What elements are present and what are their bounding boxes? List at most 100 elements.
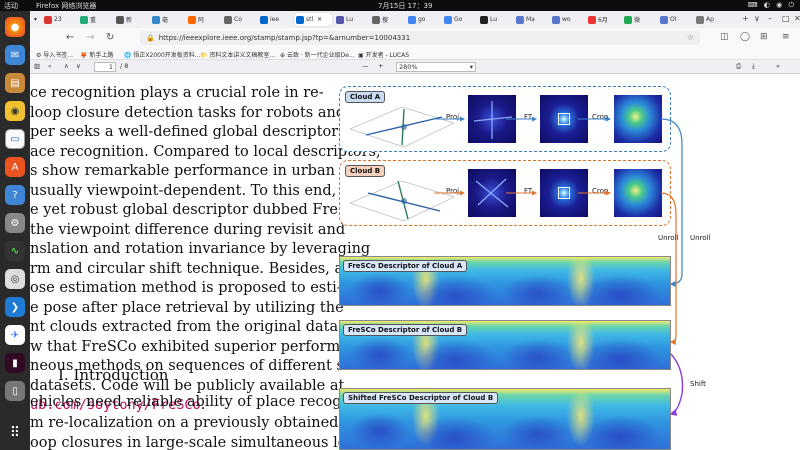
app-grid-icon[interactable]: ⠿ xyxy=(5,423,25,443)
zoom-out-button[interactable]: — xyxy=(362,62,369,70)
music-icon[interactable]: ◉ xyxy=(5,101,25,121)
tab[interactable]: iee xyxy=(258,13,292,26)
tab-label: 23 xyxy=(54,16,62,23)
tab-active[interactable]: stl ✕ xyxy=(294,13,332,26)
next-page-button[interactable]: ∨ xyxy=(76,62,81,70)
page-total: / 8 xyxy=(120,62,129,70)
tab[interactable]: wo xyxy=(550,13,584,26)
reload-icon[interactable]: ↻ xyxy=(106,32,114,43)
writer-icon[interactable]: ▭ xyxy=(5,129,25,149)
new-tab-button[interactable]: + xyxy=(742,14,749,23)
bookmark-item[interactable]: 🦊 新手上路 xyxy=(80,50,113,59)
tab[interactable]: Co xyxy=(222,13,256,26)
back-icon[interactable]: ← xyxy=(66,32,74,43)
tab-favicon-icon xyxy=(372,15,380,24)
tab-favicon-icon xyxy=(480,15,488,24)
tools-menu-icon[interactable]: » xyxy=(776,62,780,70)
tab[interactable]: 新 xyxy=(114,13,148,26)
tab[interactable]: 阿 xyxy=(186,13,220,26)
pdf-viewer[interactable]: ce recognition plays a crucial role in r… xyxy=(30,74,800,450)
sidebar-toggle-icon[interactable]: ▥ xyxy=(34,62,40,70)
bookmark-item[interactable]: 🌐 悟正X2000开发板资料... xyxy=(124,50,201,59)
vscode-icon[interactable]: ❯ xyxy=(5,297,25,317)
tab[interactable]: go xyxy=(406,13,440,26)
tab[interactable]: Ol xyxy=(658,13,692,26)
search-icon[interactable]: ⌕ xyxy=(48,62,52,71)
tab[interactable]: 搜 xyxy=(370,13,404,26)
bookmarks-bar: ⚙ 导入书签... 🦊 新手上路 🌐 悟正X2000开发板资料... 📁 资料文… xyxy=(30,48,800,60)
forward-icon[interactable]: → xyxy=(86,32,94,43)
terminal-icon[interactable]: ▮ xyxy=(5,353,25,373)
tab[interactable]: 重 xyxy=(78,13,112,26)
tab[interactable]: Lu xyxy=(334,13,368,26)
settings-icon[interactable]: ⚙ xyxy=(5,213,25,233)
minimize-button[interactable]: – xyxy=(768,14,772,23)
tab-favicon-icon xyxy=(624,15,632,24)
close-window-button[interactable]: ✕ xyxy=(794,14,800,23)
tab-bar: ▾ 23 重新毫阿 Co iee stl ✕ Lu 搜 go Go Lu Ma wo 6月微 Ol Ap + … xyxy=(30,11,800,28)
tab-favicon-icon xyxy=(552,15,560,24)
feishu-icon[interactable]: ✈ xyxy=(5,325,25,345)
pocket-icon[interactable]: ◫ xyxy=(720,32,729,42)
firefox-icon[interactable]: ● xyxy=(5,17,25,37)
software-icon[interactable]: A xyxy=(5,157,25,177)
tab-favicon-icon xyxy=(80,15,88,24)
mail-icon[interactable]: ✉ xyxy=(5,45,25,65)
zoom-in-button[interactable]: + xyxy=(378,62,383,70)
system-clock[interactable]: 7月15日 17：39 xyxy=(378,1,432,11)
prev-page-button[interactable]: ∧ xyxy=(64,62,69,70)
bookmark-item[interactable]: 📁 资料文本讲义文稿教室... xyxy=(200,50,275,59)
page-number-input[interactable]: 1 xyxy=(94,62,116,72)
tab-favicon-icon xyxy=(660,15,668,24)
account-icon[interactable]: ◯ xyxy=(740,32,750,42)
tab[interactable]: Ma xyxy=(514,13,548,26)
tab-label: Lu xyxy=(346,16,354,23)
tab[interactable]: 23 xyxy=(42,13,76,26)
tab-label: 毫 xyxy=(162,17,169,24)
tab-favicon-icon xyxy=(260,15,268,24)
maximize-button[interactable]: □ xyxy=(782,14,790,23)
system-tray[interactable]: ⌨ ◐ ◉ ⏻ xyxy=(747,1,796,10)
trash-icon[interactable]: ▯ xyxy=(5,381,25,401)
tab-label: stl xyxy=(306,16,314,23)
extensions-icon[interactable]: ⊞ xyxy=(760,32,768,42)
tab-label: 搜 xyxy=(382,17,389,24)
files-icon[interactable]: ▤ xyxy=(5,73,25,93)
tab[interactable]: 6月 xyxy=(586,13,620,26)
webcam-icon[interactable]: ◎ xyxy=(5,269,25,289)
close-tab-icon[interactable]: ✕ xyxy=(317,16,322,23)
descriptor-a-heatmap: FreSCo Descriptor of Cloud A xyxy=(339,256,671,306)
active-app-name[interactable]: Firefox 网络浏览器 xyxy=(36,1,96,11)
url-text: https://ieeexplore.ieee.org/stamp/stamp.… xyxy=(158,34,411,42)
tab-label: 微 xyxy=(634,17,641,24)
chevron-down-icon: ▾ xyxy=(469,63,473,71)
bookmark-item[interactable]: ⚙ 导入书签... xyxy=(36,50,73,59)
tab-label: 新 xyxy=(126,17,133,24)
descriptor-a-label: FreSCo Descriptor of Cloud A xyxy=(343,260,468,272)
tab[interactable]: 微 xyxy=(622,13,656,26)
activities-button[interactable]: 活动 xyxy=(4,1,18,11)
tab[interactable]: 毫 xyxy=(150,13,184,26)
tab-favicon-icon xyxy=(44,15,52,24)
shifted-descriptor-b-heatmap: Shifted FreSCo Descriptor of Cloud B xyxy=(339,388,671,450)
menu-icon[interactable]: ≡ xyxy=(782,32,790,42)
tab[interactable]: Lu xyxy=(478,13,512,26)
save-icon[interactable]: ⤓ xyxy=(752,62,755,71)
print-icon[interactable]: ⎙ xyxy=(736,62,741,71)
bookmark-item[interactable]: ▣ 开发者 - LUCAS xyxy=(358,50,409,59)
monitor-icon[interactable]: ∿ xyxy=(5,241,25,261)
bookmark-star-icon[interactable]: ☆ xyxy=(687,33,694,42)
tab-overflow-button[interactable]: ∨ xyxy=(754,14,760,23)
bookmark-item[interactable]: ⊕ 云致 · 新一代企业级De... xyxy=(280,50,355,59)
zoom-select[interactable]: 280% ▾ xyxy=(396,62,476,72)
tab[interactable]: Ap xyxy=(694,13,728,26)
tab-list-button[interactable]: ▾ xyxy=(32,13,40,26)
tab-label: 重 xyxy=(90,17,97,24)
help-icon[interactable]: ? xyxy=(5,185,25,205)
tab-label: Go xyxy=(454,16,463,23)
tab-favicon-icon xyxy=(696,15,704,24)
tab-label: Ol xyxy=(670,16,677,23)
tab[interactable]: Go xyxy=(442,13,476,26)
system-top-bar: 活动 Firefox 网络浏览器 7月15日 17：39 ⌨ ◐ ◉ ⏻ xyxy=(0,0,800,11)
url-bar[interactable]: 🔒 https://ieeexplore.ieee.org/stamp/stam… xyxy=(140,31,700,45)
